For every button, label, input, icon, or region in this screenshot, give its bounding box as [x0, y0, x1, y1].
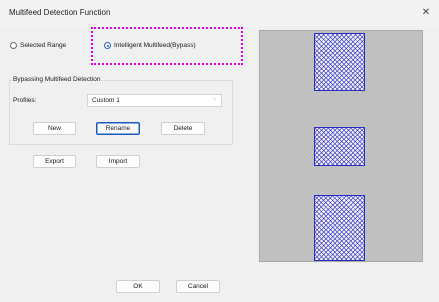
radio-selected-range-label: Selected Range [20, 42, 67, 49]
cancel-button[interactable]: Cancel [176, 280, 220, 293]
bypass-groupbox [9, 80, 233, 145]
scan-preview [259, 30, 423, 262]
rename-button[interactable]: Rename [96, 122, 140, 135]
bypass-group-title: Bypassing Multifeed Detection [12, 76, 102, 83]
delete-button[interactable]: Delete [161, 122, 205, 135]
multifeed-dialog: Multifeed Detection Function ✕ Selected … [0, 0, 439, 302]
document-page-1 [314, 33, 365, 91]
close-icon[interactable]: ✕ [419, 6, 433, 20]
document-page-3 [314, 195, 365, 261]
ok-button[interactable]: OK [116, 280, 160, 293]
highlight-annotation [91, 27, 243, 65]
profiles-selected-value: Custom 1 [92, 97, 120, 104]
title-bar: Multifeed Detection Function ✕ [0, 0, 439, 26]
document-page-2 [314, 127, 365, 166]
import-button[interactable]: Import [96, 155, 140, 168]
radio-selected-range[interactable]: Selected Range [10, 42, 66, 49]
export-button[interactable]: Export [33, 155, 76, 168]
radio-unchecked-icon[interactable] [10, 42, 17, 49]
chevron-down-icon[interactable]: ⌵ [212, 96, 217, 103]
profiles-label: Profiles: [13, 97, 37, 104]
window-title: Multifeed Detection Function [9, 8, 111, 17]
profiles-dropdown[interactable]: Custom 1 ⌵ [87, 94, 222, 107]
new-button[interactable]: New [33, 122, 76, 135]
